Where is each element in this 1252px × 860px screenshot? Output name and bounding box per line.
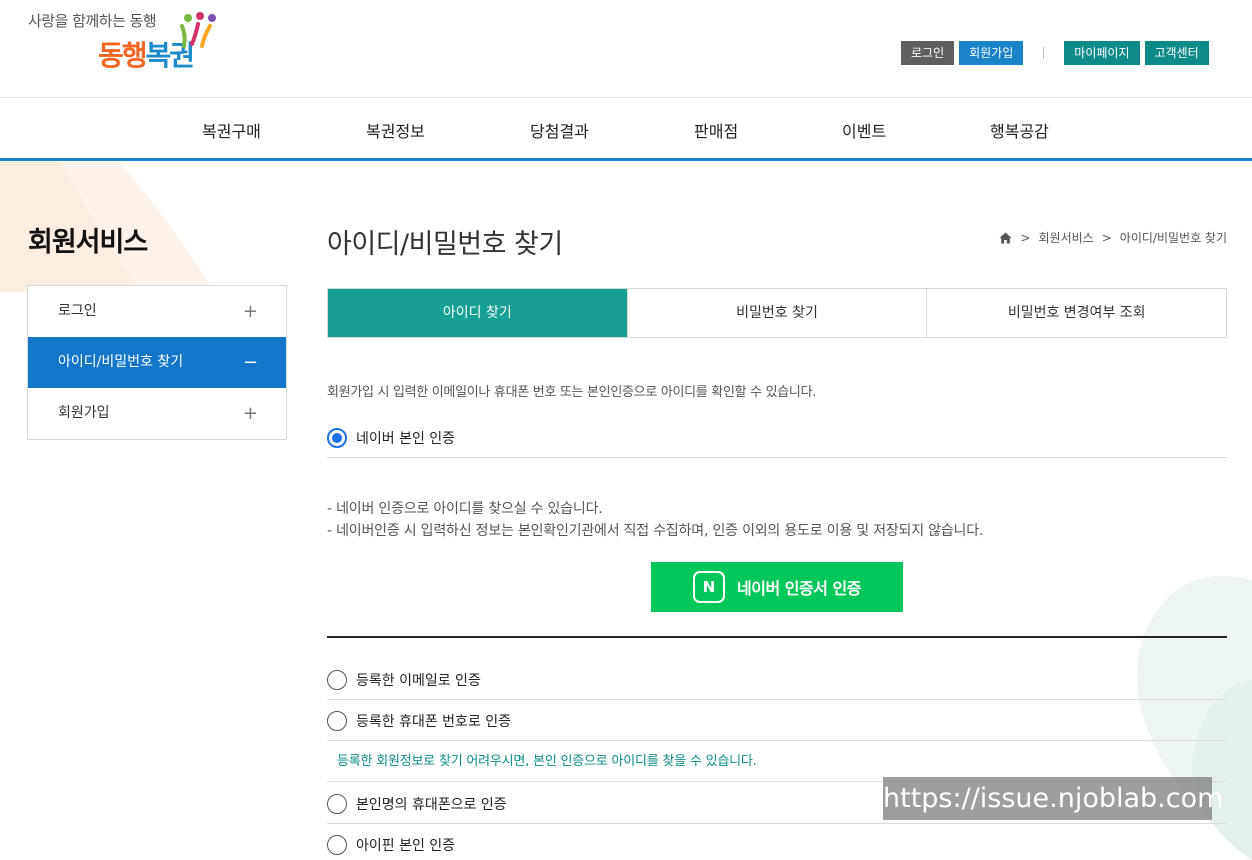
nav-item-happiness[interactable]: 행복공감: [990, 118, 1049, 142]
main-navigation: 복권구매 복권정보 당첨결과 판매점 이벤트 행복공감: [0, 98, 1252, 161]
naver-logo-icon: N: [693, 571, 726, 603]
option-label: 등록한 이메일로 인증: [356, 673, 481, 689]
tab-find-id[interactable]: 아이디 찾기: [328, 289, 627, 337]
radio-email-auth[interactable]: [327, 670, 347, 690]
watermark-overlay: https://issue.njoblab.com: [883, 777, 1223, 820]
site-header: 사랑을 함께하는 동행 동행복권 로그인 회원가입 마이페이지 고객센터: [0, 0, 1252, 98]
option-label: 아이핀 본인 인증: [356, 838, 456, 854]
sidebar-item-login[interactable]: 로그인 +: [28, 286, 286, 337]
sidebar-title: 회원서비스: [28, 227, 148, 258]
sidebar-item-label: 회원가입: [58, 405, 110, 421]
naver-button-label: 네이버 인증서 인증: [737, 579, 861, 598]
chevron-right-icon: >: [1101, 230, 1112, 245]
radio-naver-auth[interactable]: [327, 428, 347, 448]
breadcrumb: > 회원서비스 > 아이디/비밀번호 찾기: [999, 229, 1227, 246]
radio-self-phone-auth[interactable]: [327, 794, 347, 814]
tab-find-password[interactable]: 비밀번호 찾기: [626, 289, 927, 337]
expand-plus-icon: +: [242, 301, 258, 322]
option-email-auth[interactable]: 등록한 이메일로 인증: [327, 670, 1227, 690]
page-title: 아이디/비밀번호 찾기: [327, 229, 563, 260]
nav-item-info[interactable]: 복권정보: [366, 118, 425, 142]
breadcrumb-item-current: 아이디/비밀번호 찾기: [1119, 231, 1227, 245]
expand-plus-icon: +: [242, 403, 258, 424]
option-ipin-auth[interactable]: 아이핀 본인 인증: [327, 835, 1227, 855]
self-auth-info: 등록한 회원정보로 찾기 어려우시면, 본인 인증으로 아이디를 찾을 수 있습…: [337, 754, 757, 769]
signup-button[interactable]: 회원가입: [959, 41, 1024, 65]
note-line: - 네이버인증 시 입력하신 정보는 본인확인기관에서 직접 수집하며, 인증 …: [327, 523, 984, 539]
section-divider: [327, 636, 1227, 638]
option-phone-auth[interactable]: 등록한 휴대폰 번호로 인증: [327, 711, 1227, 731]
radio-phone-auth[interactable]: [327, 711, 347, 731]
option-label: 본인명의 휴대폰으로 인증: [356, 797, 507, 813]
nav-item-buy[interactable]: 복권구매: [202, 118, 261, 142]
utility-nav: 로그인 회원가입 마이페이지 고객센터: [901, 41, 1209, 65]
sidebar-item-signup[interactable]: 회원가입 +: [28, 388, 286, 439]
divider: [327, 823, 1227, 824]
mypage-button[interactable]: 마이페이지: [1064, 41, 1140, 65]
home-icon[interactable]: [999, 232, 1012, 244]
divider: [327, 699, 1227, 700]
customer-center-button[interactable]: 고객센터: [1144, 41, 1209, 65]
sidebar-item-find-id-password[interactable]: 아이디/비밀번호 찾기 −: [28, 337, 286, 388]
option-label: 네이버 본인 인증: [356, 431, 456, 447]
nav-item-results[interactable]: 당첨결과: [530, 118, 589, 142]
note-line: - 네이버 인증으로 아이디를 찾으실 수 있습니다.: [327, 501, 603, 517]
option-naver-auth[interactable]: 네이버 본인 인증: [327, 428, 1227, 448]
radio-ipin-auth[interactable]: [327, 835, 347, 855]
tab-password-change-check[interactable]: 비밀번호 변경여부 조회: [926, 289, 1226, 337]
sidebar-item-label: 로그인: [58, 303, 97, 319]
sidebar-item-label: 아이디/비밀번호 찾기: [58, 354, 184, 370]
naver-certificate-button[interactable]: N 네이버 인증서 인증: [651, 562, 903, 612]
option-label: 등록한 휴대폰 번호로 인증: [356, 714, 512, 730]
collapse-minus-icon: −: [242, 352, 258, 373]
naver-notes: - 네이버 인증으로 아이디를 찾으실 수 있습니다. - 네이버인증 시 입력…: [327, 498, 983, 542]
logo-mark-icon: [180, 12, 216, 48]
breadcrumb-item[interactable]: 회원서비스: [1039, 229, 1094, 246]
find-id-description: 회원가입 시 입력한 이메일이나 휴대폰 번호 또는 본인인증으로 아이디를 확…: [327, 385, 817, 400]
utility-divider: [1043, 47, 1045, 59]
logo-tagline: 사랑을 함께하는 동행: [28, 12, 157, 30]
divider: [327, 740, 1227, 741]
find-tabs: 아이디 찾기 비밀번호 찾기 비밀번호 변경여부 조회: [327, 288, 1227, 338]
nav-item-stores[interactable]: 판매점: [694, 118, 738, 142]
site-logo[interactable]: 사랑을 함께하는 동행 동행복권: [28, 8, 228, 78]
sidebar-menu: 로그인 + 아이디/비밀번호 찾기 − 회원가입 +: [27, 285, 287, 440]
nav-item-events[interactable]: 이벤트: [842, 118, 886, 142]
divider: [327, 457, 1227, 458]
chevron-right-icon: >: [1020, 230, 1031, 245]
login-button[interactable]: 로그인: [901, 41, 955, 65]
